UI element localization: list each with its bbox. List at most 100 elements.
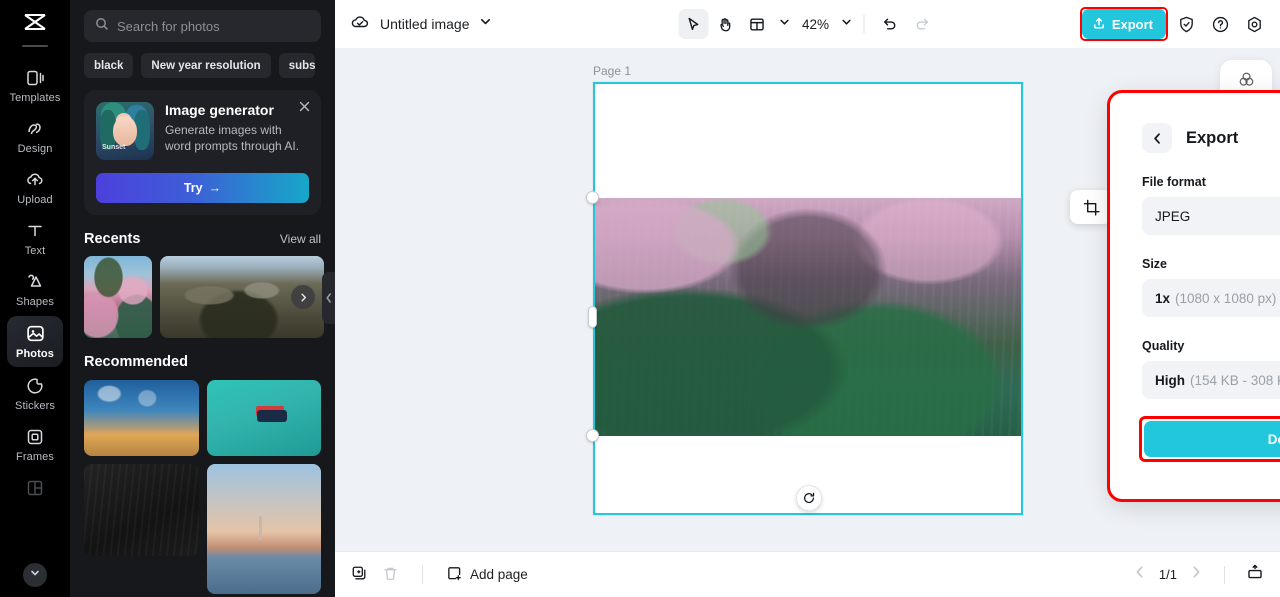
shield-check-icon[interactable] [1172,10,1200,38]
sidebar-item-label: Design [17,143,53,156]
export-highlight: Export [1079,7,1169,41]
design-icon [25,119,45,139]
export-upload-icon [1092,16,1106,33]
prev-page-button[interactable] [1133,565,1147,584]
tag-chip[interactable]: New year resolution [141,53,271,78]
recents-title: Recents [84,231,141,247]
export-button[interactable]: Export [1081,9,1166,39]
hand-tool-button[interactable] [710,9,740,39]
sidebar-item-text[interactable]: Text [7,214,63,263]
help-icon[interactable] [1206,10,1234,38]
sidebar-item-more-tools[interactable] [7,471,63,504]
size-value: 1x [1155,290,1171,306]
tag-chip[interactable]: subs [278,53,315,78]
sidebar-item-stickers[interactable]: Stickers [7,369,63,418]
rail-item-list: Templates Design Upload Text Shapes Phot… [0,61,70,504]
file-format-select[interactable]: JPEG [1142,197,1280,235]
recent-photo-item[interactable] [84,256,152,338]
recommended-header: Recommended [84,354,321,370]
download-button[interactable]: Download [1144,421,1280,457]
sidebar-item-label: Templates [9,92,61,104]
undo-button[interactable] [875,9,905,39]
sidebar-item-label: Text [24,245,46,258]
image-generator-thumbnail: Sunset [96,102,154,160]
delete-page-button[interactable] [382,565,399,585]
expand-more-button[interactable] [23,563,47,587]
sidebar-item-templates[interactable]: Templates [7,61,63,110]
filters-icon [1237,70,1256,94]
recommended-grid [84,380,321,597]
resize-handle-top-left[interactable] [586,191,599,204]
capcut-editor: Templates Design Upload Text Shapes Phot… [0,0,1280,597]
selected-image-element[interactable] [593,198,1023,436]
text-icon [25,221,45,241]
image-generator-title: Image generator [165,102,274,118]
zoom-caret-icon[interactable] [840,15,852,33]
zoom-level[interactable]: 42% [802,17,829,32]
recents-header: Recents View all [84,231,321,247]
capcut-logo[interactable] [22,0,48,47]
recents-view-all[interactable]: View all [280,232,321,246]
present-button[interactable] [1246,563,1264,586]
toolbar-divider [863,15,865,33]
recommended-photo-item[interactable] [206,380,321,456]
shapes-icon [25,272,45,292]
crop-button[interactable] [1070,190,1112,224]
sidebar-item-design[interactable]: Design [7,112,63,161]
page-navigation: 1/1 [1133,563,1264,586]
size-detail: (1080 x 1080 px) [1175,290,1277,306]
bottom-divider [422,565,423,584]
search-input[interactable]: Search for photos [84,10,321,42]
redo-button[interactable] [907,9,937,39]
select-tool-button[interactable] [677,9,708,39]
chevron-down-icon [29,566,41,584]
bottom-divider [1224,565,1225,584]
add-page-label: Add page [470,567,528,582]
sidebar-item-label: Upload [17,194,53,207]
frames-icon [25,427,45,447]
rotate-handle[interactable] [796,485,822,511]
carousel-next-button[interactable] [291,285,315,309]
back-button[interactable] [1142,123,1172,153]
resize-handle-left[interactable] [588,306,597,328]
recommended-photo-item[interactable] [206,464,321,594]
close-icon[interactable] [298,100,311,118]
settings-icon[interactable] [1240,10,1268,38]
grid-layout-icon [25,478,45,498]
sidebar-item-photos[interactable]: Photos [7,316,63,367]
sidebar-item-upload[interactable]: Upload [7,163,63,212]
tag-chip[interactable]: black [84,53,134,78]
layout-caret-icon[interactable] [778,15,790,33]
cloud-saved-icon[interactable] [349,11,371,38]
next-page-button[interactable] [1189,565,1203,584]
collapse-panel-handle[interactable] [322,272,335,324]
image-generator-description: Generate images with word prompts throug… [165,123,300,154]
duplicate-page-icon [351,565,368,585]
trash-icon [382,565,399,585]
layout-tool-button[interactable] [742,9,772,39]
canvas-tools: 42% [677,9,937,39]
photos-icon [25,323,46,344]
recommended-photo-item[interactable] [84,464,199,556]
arrow-right-icon: → [208,181,222,195]
add-page-button[interactable]: Add page [446,565,528,585]
main-area: Untitled image 42% Export Page 1 Export … [335,0,1280,597]
chevron-down-icon[interactable] [479,15,492,33]
search-icon [95,17,109,36]
recents-carousel [84,256,324,338]
size-select[interactable]: 1x (1080 x 1080 px) [1142,279,1280,317]
duplicate-page-button[interactable] [351,565,368,585]
canvas-stage[interactable]: Page 1 Filters [335,48,1280,551]
resize-handle-bottom-left[interactable] [586,429,599,442]
quality-select[interactable]: High (154 KB - 308 KB) [1142,361,1280,399]
try-button[interactable]: Try → [96,173,309,203]
thumbnail-watermark: Sunset [102,144,126,151]
quality-value: High [1155,372,1185,388]
sidebar-item-shapes[interactable]: Shapes [7,265,63,314]
export-panel: Export File format JPEG Size 1x (1080 x … [1107,90,1280,502]
canvas-page[interactable] [586,82,1023,515]
export-panel-header: Export [1142,123,1280,153]
document-title[interactable]: Untitled image [380,16,470,32]
sidebar-item-frames[interactable]: Frames [7,420,63,469]
recommended-photo-item[interactable] [84,380,199,456]
